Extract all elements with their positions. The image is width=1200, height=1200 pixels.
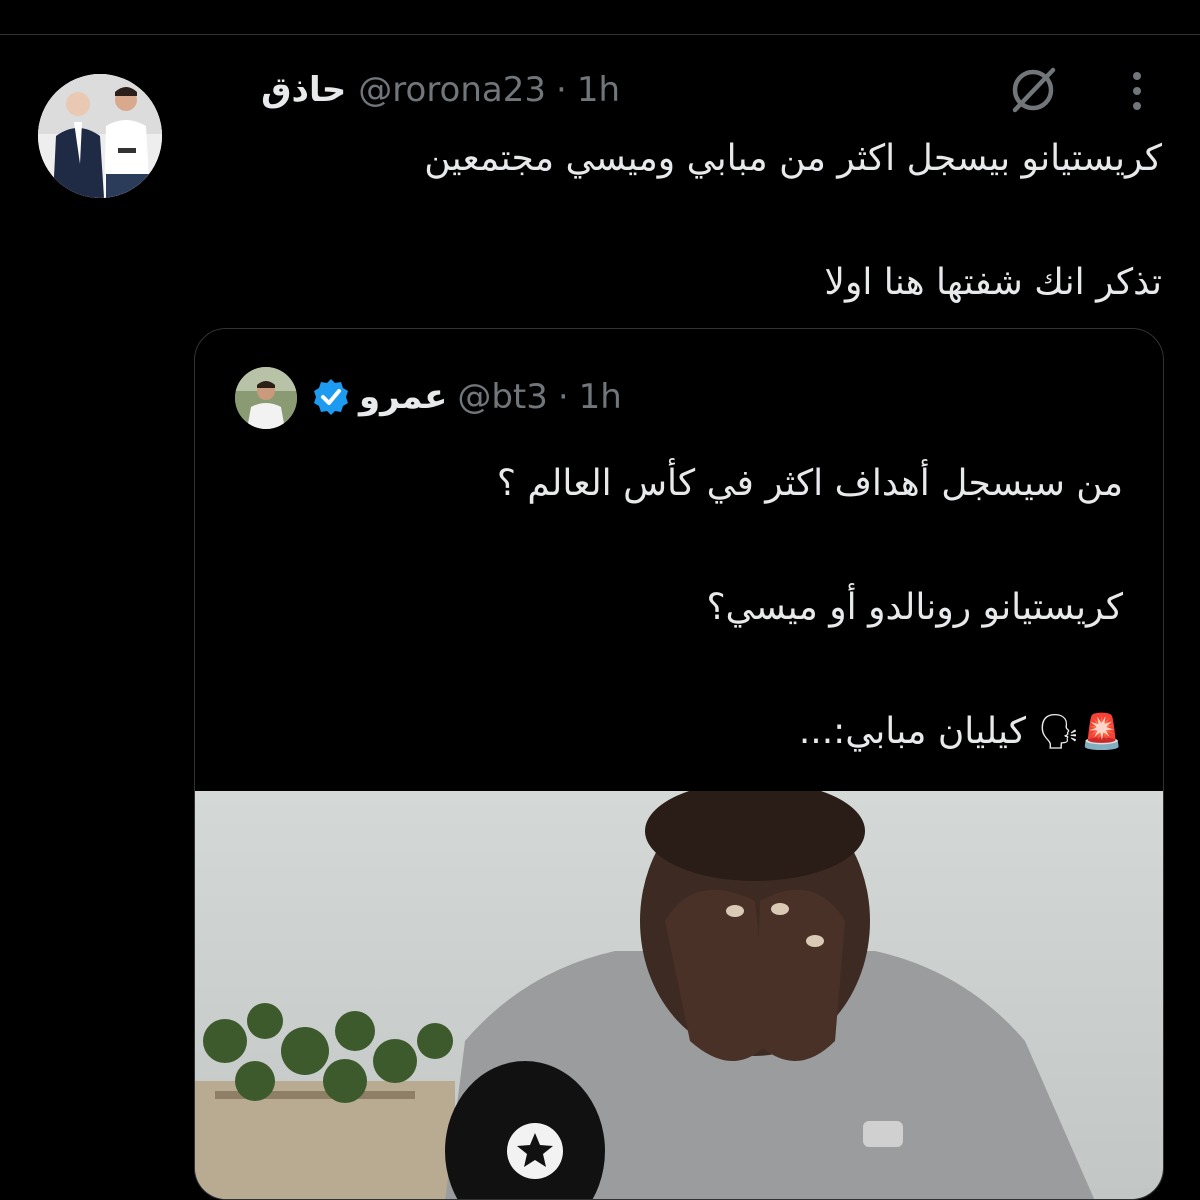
grok-icon[interactable] (1005, 62, 1061, 118)
timestamp[interactable]: 1h (577, 70, 620, 110)
quote-text-line-3: 🚨🗣 كيليان مبابي:... (243, 709, 1123, 755)
quote-text-line-3-text: كيليان مبابي:... (798, 711, 1027, 752)
avatar[interactable] (38, 74, 162, 198)
media-preview[interactable] (195, 791, 1163, 1199)
quote-user-handle[interactable]: @bt3 (457, 377, 548, 417)
quote-separator-dot: · (557, 377, 569, 417)
separator-dot: · (556, 70, 567, 110)
quoted-tweet[interactable]: عمرو @bt3 · 1h من سيسجل أهداف اكثر في كأ… (194, 328, 1164, 1200)
quote-header: عمرو @bt3 · 1h (311, 373, 622, 421)
user-handle[interactable]: @rorona23 (358, 70, 546, 110)
tweet-text-line-1: كريستيانو بيسجل اكثر من مبابي وميسي مجتم… (424, 138, 1162, 179)
top-divider (0, 34, 1200, 35)
quote-text-line-2: كريستيانو رونالدو أو ميسي؟ (706, 587, 1123, 628)
tweet-header: حاذق @rorona23 · 1h (261, 68, 620, 112)
quote-timestamp[interactable]: 1h (579, 377, 622, 417)
tweet-text-line-2: تذكر انك شفتها هنا اولا (824, 262, 1162, 303)
quote-display-name[interactable]: عمرو (359, 377, 447, 417)
verified-badge-icon (314, 379, 348, 415)
quote-text-line-1: من سيسجل أهداف اكثر في كأس العالم ؟ (496, 463, 1123, 504)
quote-avatar[interactable] (235, 367, 297, 429)
more-icon[interactable] (1122, 66, 1152, 116)
display-name[interactable]: حاذق (261, 70, 346, 110)
siren-speaking-emoji: 🚨🗣 (1037, 712, 1124, 752)
